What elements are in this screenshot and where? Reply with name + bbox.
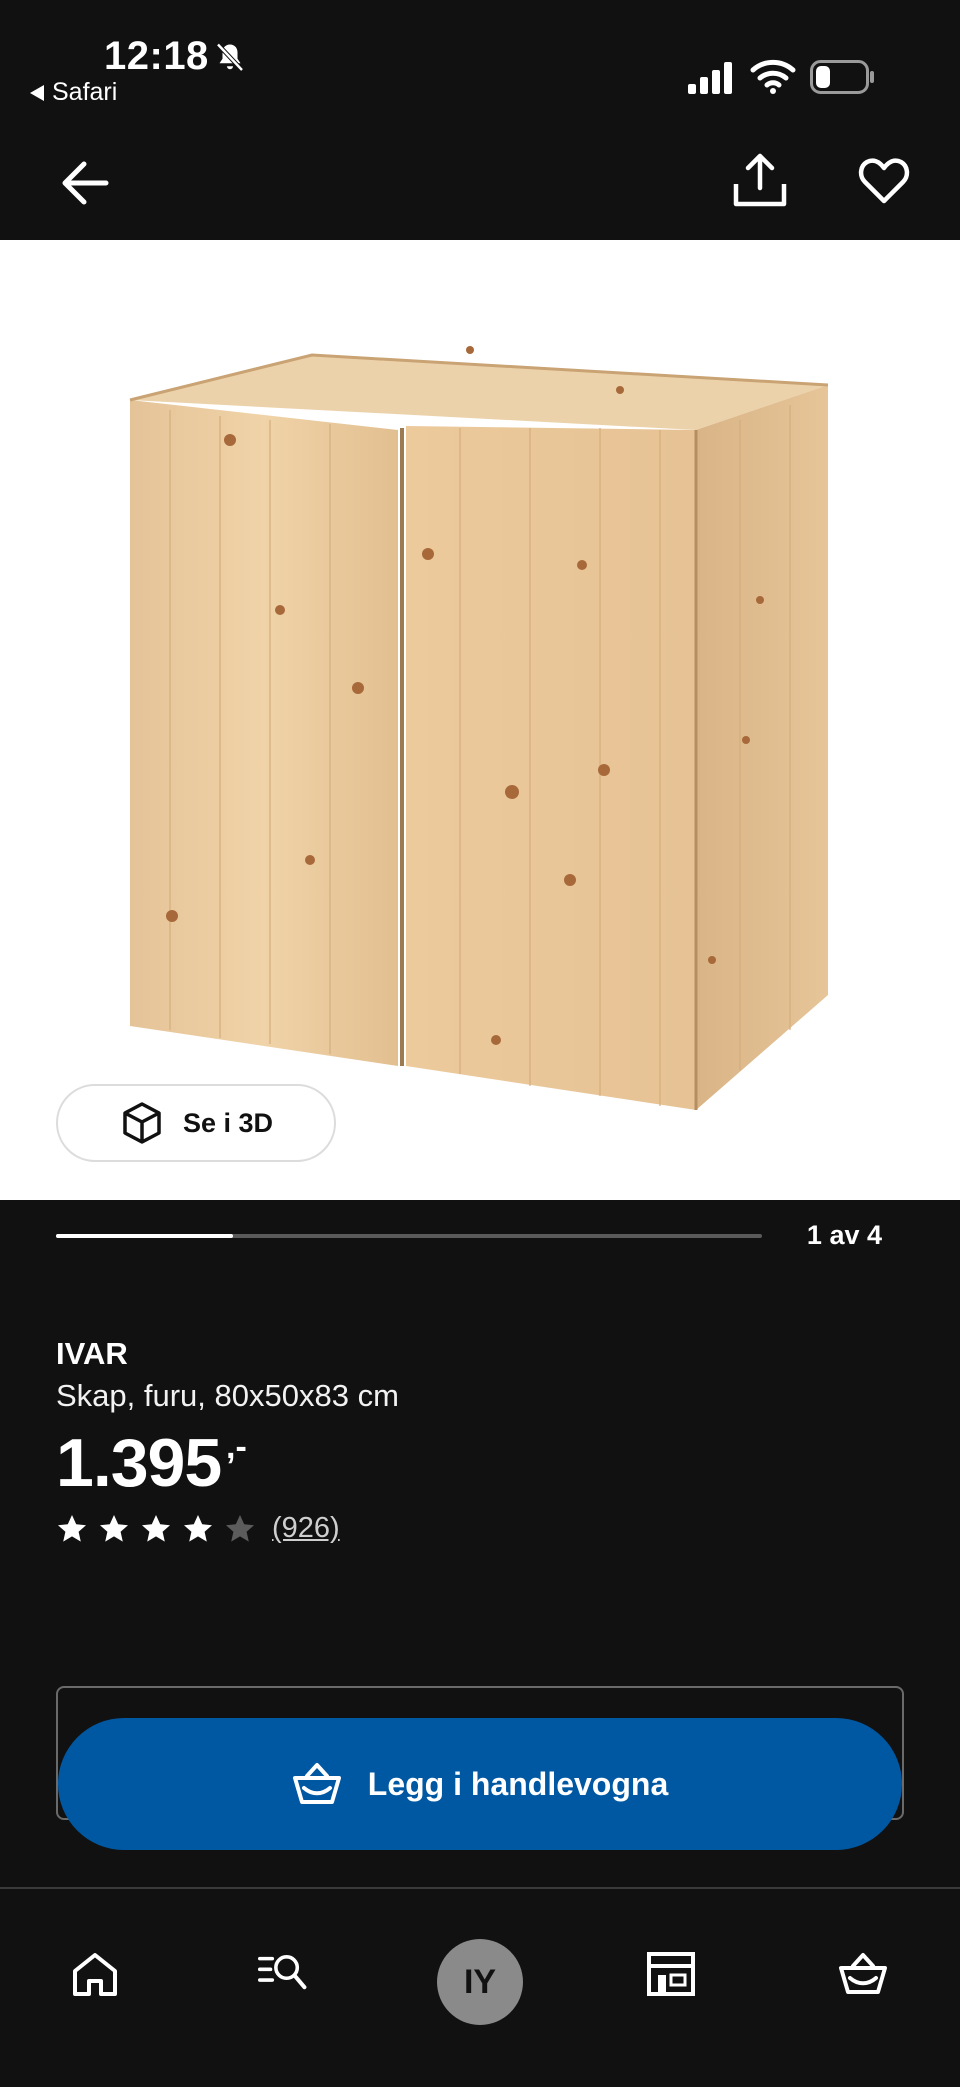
share-icon[interactable] <box>730 150 790 210</box>
cube-3d-icon <box>123 1102 161 1144</box>
view-3d-button[interactable]: Se i 3D <box>56 1084 336 1162</box>
back-to-safari[interactable]: Safari <box>30 78 117 107</box>
view-3d-label: Se i 3D <box>182 1107 274 1138</box>
bottom-navigation: IY <box>0 1887 960 2087</box>
gallery-pager: 1 av 4 <box>806 1220 882 1250</box>
back-triangle-icon <box>30 84 44 101</box>
heart-icon[interactable] <box>858 156 910 206</box>
cabinet-illustration <box>129 346 829 1110</box>
status-time: 12:18 <box>104 34 209 78</box>
back-app-label: Safari <box>52 78 118 106</box>
star-icon <box>142 1514 170 1542</box>
avatar-initials: IY <box>463 1962 497 2001</box>
home-icon[interactable] <box>70 1949 120 1999</box>
star-icon <box>100 1514 128 1542</box>
profile-avatar[interactable]: IY <box>437 1939 523 2025</box>
battery-icon <box>810 60 874 94</box>
review-count-link[interactable]: (926) <box>272 1512 340 1545</box>
product-nav-header <box>0 120 960 240</box>
bell-slash-icon <box>216 42 244 72</box>
store-icon[interactable] <box>646 1949 696 1999</box>
search-icon[interactable] <box>258 1947 308 1997</box>
wifi-icon <box>750 59 796 94</box>
add-to-cart-label: Legg i handlevogna <box>367 1765 669 1802</box>
basket-nav-icon[interactable] <box>838 1949 888 1999</box>
gallery-progress-track <box>56 1234 762 1238</box>
cellular-signal-icon <box>688 62 732 94</box>
product-image[interactable]: Se i 3D <box>0 240 960 1200</box>
star-icon <box>58 1514 86 1542</box>
product-rating[interactable]: (926) <box>56 1512 340 1545</box>
basket-icon <box>292 1763 341 1804</box>
star-icon <box>184 1514 212 1542</box>
arrow-left-icon[interactable] <box>60 160 110 206</box>
add-to-cart-button[interactable]: Legg i handlevogna <box>58 1718 902 1850</box>
status-bar: 12:18 Safari <box>0 0 960 120</box>
gallery-progress-fill <box>56 1234 233 1238</box>
product-description: Skap, furu, 80x50x83 cm <box>56 1378 399 1413</box>
rating-stars <box>56 1513 256 1545</box>
star-icon <box>226 1514 254 1542</box>
product-price: 1.395 <box>56 1425 222 1501</box>
product-name: IVAR <box>56 1336 128 1371</box>
price-suffix: ,- <box>226 1428 247 1466</box>
